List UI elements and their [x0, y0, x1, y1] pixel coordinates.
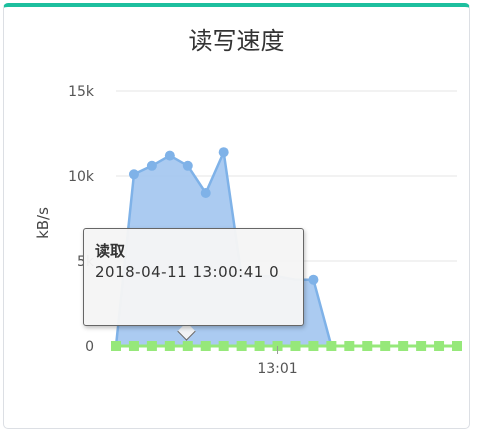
write-point — [218, 341, 229, 351]
tooltip-series-name: 读取 — [95, 242, 126, 260]
tooltip-value: 0 — [269, 263, 280, 281]
write-point — [182, 341, 193, 351]
write-point — [254, 341, 265, 351]
read-point — [182, 160, 193, 171]
read-point — [146, 160, 157, 171]
read-point — [128, 169, 139, 180]
write-point — [416, 341, 427, 351]
read-point — [308, 274, 319, 285]
write-point — [326, 341, 337, 351]
write-point — [146, 341, 157, 351]
write-point — [164, 341, 175, 351]
write-point — [111, 341, 121, 351]
write-point — [308, 341, 319, 351]
tooltip-time: 2018-04-11 13:00:41 — [95, 263, 264, 281]
write-point — [200, 341, 211, 351]
write-point — [236, 341, 247, 351]
x-tick-label: 13:01 — [257, 361, 297, 377]
chart-card: 读写速度 05k10k15k kB/s 13:01 读取 2018-04-11 … — [3, 3, 470, 429]
write-point — [380, 341, 391, 351]
read-point — [164, 150, 175, 161]
write-point — [362, 341, 373, 351]
y-tick-label: 15k — [68, 84, 95, 100]
write-point — [434, 341, 445, 351]
read-point — [200, 188, 211, 198]
write-point — [344, 341, 355, 351]
y-axis-label: kB/s — [34, 207, 52, 239]
write-point — [290, 341, 301, 351]
y-tick-label: 0 — [85, 339, 94, 355]
tooltip: 读取 2018-04-11 13:00:41 0 — [83, 228, 304, 326]
write-point — [398, 341, 409, 351]
read-point — [218, 147, 229, 158]
write-point — [452, 341, 462, 351]
tooltip-value-text: 2018-04-11 13:00:41 0 — [95, 262, 293, 283]
write-point — [128, 341, 139, 351]
speed-chart[interactable]: 05k10k15k kB/s 13:01 — [4, 7, 470, 429]
y-tick-label: 10k — [68, 169, 95, 185]
